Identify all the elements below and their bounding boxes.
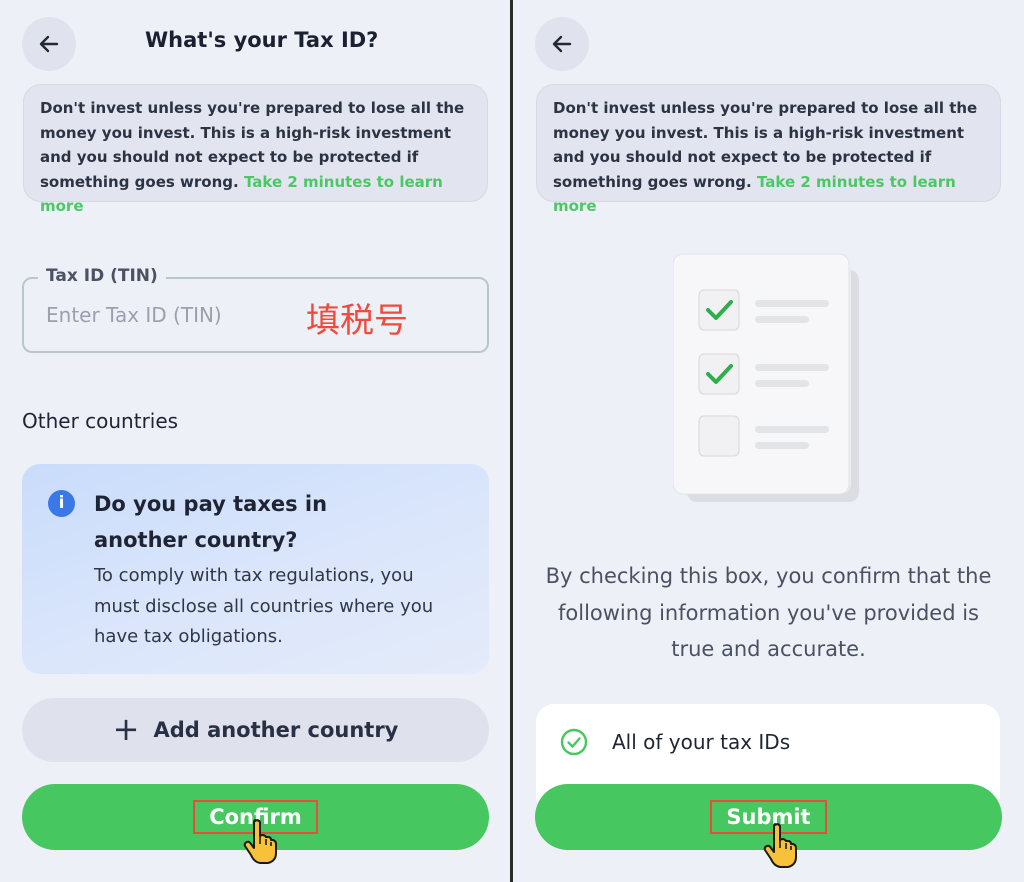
risk-warning: Don't invest unless you're prepared to l… (536, 84, 1001, 215)
add-country-label: Add another country (153, 718, 399, 742)
consent-text: By checking this box, you confirm that t… (545, 564, 992, 661)
other-countries-heading: Other countries (22, 409, 179, 433)
tax-id-label: Tax ID (TIN) (38, 266, 166, 286)
confirmation-screen: Don't invest unless you're prepared to l… (513, 0, 1024, 882)
tax-id-input[interactable] (46, 299, 306, 331)
annotation-label: 填税号 (306, 301, 408, 341)
tax-id-screen: What's your Tax ID? Don't invest unless … (0, 0, 510, 882)
arrow-left-icon (552, 35, 572, 53)
plus-icon: + (112, 709, 140, 748)
info-icon: i (48, 490, 75, 517)
tax-id-field[interactable]: Tax ID (TIN) 填税号 (22, 266, 489, 353)
info-card: i Do you pay taxes in another country? T… (22, 464, 489, 674)
back-button[interactable] (535, 17, 589, 71)
info-title: Do you pay taxes in another country? (94, 492, 328, 552)
add-country-button[interactable]: + Add another country (22, 698, 489, 762)
risk-warning: Don't invest unless you're prepared to l… (23, 84, 488, 215)
hand-pointer-icon (243, 819, 277, 864)
checklist-item-label: All of your tax IDs (612, 730, 791, 754)
info-body: To comply with tax regulations, you must… (94, 565, 434, 647)
check-circle-icon (560, 728, 588, 756)
back-button[interactable] (22, 17, 76, 71)
arrow-left-icon (39, 35, 59, 53)
checklist-document-illustration (673, 253, 859, 502)
page-title: What's your Tax ID? (145, 28, 379, 52)
hand-pointer-icon (763, 823, 797, 868)
